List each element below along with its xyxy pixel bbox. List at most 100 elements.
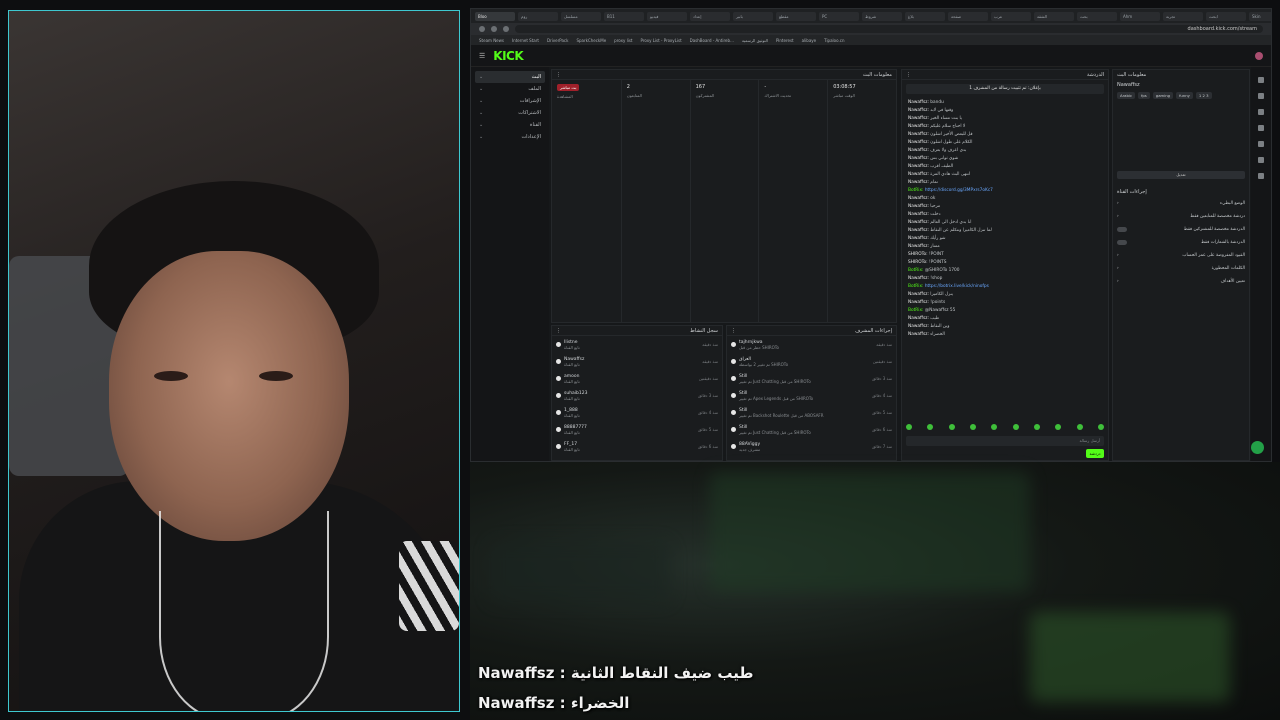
chat-message[interactable]: Nawaffsz: الكلام على طول اشلون — [902, 138, 1108, 146]
emote-icon[interactable] — [1055, 424, 1062, 430]
list-item[interactable]: FF_17 تابع القناة منذ 6 دقائق — [552, 438, 722, 455]
gear-icon[interactable] — [1258, 125, 1264, 131]
emote-icon[interactable] — [1097, 424, 1104, 430]
chat-username[interactable]: SHIROTo: — [908, 252, 929, 257]
setting-row[interactable]: › الوضع البطيء — [1113, 197, 1249, 210]
chat-username[interactable]: Nawaffsz: — [908, 316, 930, 321]
reload-icon[interactable] — [503, 26, 509, 32]
chat-message[interactable]: Nawaffsz: يا بنت مساء الخير — [902, 114, 1108, 122]
chat-message[interactable]: Nawaffsz: انتهى البث هادي المرة — [902, 170, 1108, 178]
chat-username[interactable]: Nawaffsz: — [908, 108, 930, 113]
chat-message[interactable]: Nawaffsz: قل للبعض الأخير اشلون — [902, 130, 1108, 138]
send-button[interactable]: دردشة — [1086, 449, 1104, 458]
chat-username[interactable]: Nawaffsz: — [908, 172, 930, 177]
chat-username[interactable]: Nawaffsz: — [908, 100, 930, 105]
chat-message[interactable]: SHIROTo: !POINTS — [902, 258, 1108, 266]
sidebar-item[interactable]: ⌄ الملف — [475, 83, 545, 95]
avatar[interactable] — [1255, 51, 1263, 60]
emote-icon[interactable] — [991, 424, 998, 430]
browser-tab[interactable]: Bloo — [475, 11, 515, 21]
chat-message[interactable]: Nawaffsz: لا احتاج سلام عليكم — [902, 122, 1108, 130]
stream-tag[interactable]: fps — [1138, 92, 1150, 99]
more-icon[interactable]: ⋮ — [556, 72, 561, 78]
chat-message[interactable]: Nawaffsz: وين النقاط — [902, 322, 1108, 330]
setting-row[interactable]: › دردشة مخصصة للمتابعين فقط — [1113, 210, 1249, 223]
chat-username[interactable]: SHIROTo: — [908, 260, 929, 265]
chat-message[interactable]: Nawaffsz: تمام — [902, 178, 1108, 186]
browser-tab[interactable]: ابحث — [1206, 11, 1246, 21]
list-item[interactable]: Still تم تغيير Backshot Roulette من قبل A… — [727, 404, 896, 421]
toggle-switch[interactable] — [1117, 240, 1127, 245]
menu-icon[interactable]: ☰ — [479, 52, 485, 60]
setting-row[interactable]: الدردشة مخصصة للمشتركين فقط — [1113, 223, 1249, 236]
bookmark-link[interactable]: Pinterest — [776, 38, 794, 43]
chat-username[interactable]: Nawaffsz: — [908, 132, 930, 137]
sidebar-item[interactable]: ⌄ البث — [475, 71, 545, 83]
bookmark-link[interactable]: Internet Start — [512, 38, 539, 43]
emote-icon[interactable] — [1012, 424, 1019, 430]
chat-username[interactable]: Nawaffsz: — [908, 236, 930, 241]
browser-tab[interactable]: إعداد — [690, 11, 730, 21]
sidebar-item[interactable]: ⌄ الاشتراكات — [475, 107, 545, 119]
browser-tab[interactable]: مقطع — [776, 11, 816, 21]
emote-icon[interactable] — [969, 424, 976, 430]
chat-message[interactable]: Nawaffsz: ok — [902, 194, 1108, 202]
browser-tab[interactable]: بانير — [733, 11, 773, 21]
more-icon[interactable]: ⋮ — [906, 72, 911, 78]
browser-tab-strip[interactable]: Bloo روم مسلسل B11 فيديو إعداد بانير مقطع PC شروط… — [471, 9, 1271, 23]
chat-message[interactable]: Nawaffsz: دخلت — [902, 210, 1108, 218]
browser-tab[interactable]: PC — [819, 11, 859, 21]
list-item[interactable]: العراق تم تغيير 2 بواسطة SHIROTo منذ دقيقت… — [727, 353, 896, 370]
browser-tab[interactable]: شروط — [862, 11, 902, 21]
chat-username[interactable]: Nawaffsz: — [908, 212, 930, 217]
stream-tag[interactable]: gaming — [1152, 92, 1174, 99]
bookmark-link[interactable]: SparkCheckMe — [576, 38, 606, 43]
chat-message[interactable]: Nawaffsz: الطيف اقرب — [902, 162, 1108, 170]
chat-username[interactable]: Nawaffsz: — [908, 300, 930, 305]
filter-icon[interactable]: ⋮ — [731, 328, 736, 334]
chat-message[interactable]: Nawaffsz: مرحبا — [902, 202, 1108, 210]
list-item[interactable]: suhaib123 تابع القناة منذ 3 دقائق — [552, 387, 722, 404]
tool-icon[interactable] — [1258, 157, 1264, 163]
chat-username[interactable]: Nawaffsz: — [908, 124, 930, 129]
list-item[interactable]: Still تم تغيير Just Chatting من قبل SHIRO… — [727, 421, 896, 438]
setting-row[interactable]: الدردشة بالشعارات فقط — [1113, 236, 1249, 249]
chat-icon[interactable] — [1258, 93, 1264, 99]
chat-username[interactable]: BotRix: — [908, 188, 925, 193]
bookmark-link[interactable]: DriverPack — [547, 38, 569, 43]
bookmark-link[interactable]: proxy list — [614, 38, 632, 43]
sidebar-item[interactable]: ⌄ القناة — [475, 119, 545, 131]
bookmark-link[interactable]: Steam News — [479, 38, 504, 43]
video-icon[interactable] — [1258, 109, 1264, 115]
chat-message[interactable]: BotRix: @Nawaffsz 55 — [902, 306, 1108, 314]
browser-tab[interactable]: Skin — [1249, 11, 1271, 21]
list-item[interactable]: Nawaffsz تابع القناة منذ دقيقة — [552, 353, 722, 370]
bookmark-link[interactable]: Tipaloo.cn — [824, 38, 844, 43]
browser-tab[interactable]: روم — [518, 11, 558, 21]
chat-username[interactable]: Nawaffsz: — [908, 116, 930, 121]
list-item[interactable]: 1_888 تابع القناة منذ 4 دقائق — [552, 404, 722, 421]
filter-icon[interactable]: ⋮ — [556, 328, 561, 334]
browser-tab[interactable]: مسلسل — [561, 11, 601, 21]
list-item[interactable]: 88AViggy مشرف جديد منذ 7 دقائق — [727, 438, 896, 455]
url-field[interactable]: dashboard.kick.com/stream — [515, 25, 1263, 33]
chat-message[interactable]: Nawaffsz: شو رأيك — [902, 234, 1108, 242]
bookmark-link[interactable]: alibaye — [802, 38, 817, 43]
close-icon[interactable] — [1258, 77, 1264, 83]
list-item[interactable]: tajhrnjkwa حظر من قبل SHIROTo منذ دقيقة — [727, 336, 896, 353]
browser-tab[interactable]: الشقة — [1034, 11, 1074, 21]
chat-username[interactable]: Nawaffsz: — [908, 196, 930, 201]
list-item[interactable]: Still تم تغيير Just Chatting من قبل SHIRO… — [727, 370, 896, 387]
chat-username[interactable]: BotRix: — [908, 284, 925, 289]
user-icon[interactable] — [1258, 173, 1264, 179]
chat-username[interactable]: BotRix: — [908, 268, 925, 273]
chat-input[interactable]: أرسل رسالة — [906, 436, 1104, 446]
bookmark-link[interactable]: DashBoard - Antireb... — [690, 38, 734, 43]
setting-row[interactable]: › الكلمات المحظورة — [1113, 262, 1249, 275]
edit-button[interactable]: تعديل — [1117, 171, 1245, 179]
chat-username[interactable]: Nawaffsz: — [908, 228, 930, 233]
list-icon[interactable] — [1258, 141, 1264, 147]
list-item[interactable]: Still تم تغيير Apex Legends من قبل SHIROT… — [727, 387, 896, 404]
chat-username[interactable]: Nawaffsz: — [908, 276, 930, 281]
browser-tab[interactable]: Ahm — [1120, 11, 1160, 21]
